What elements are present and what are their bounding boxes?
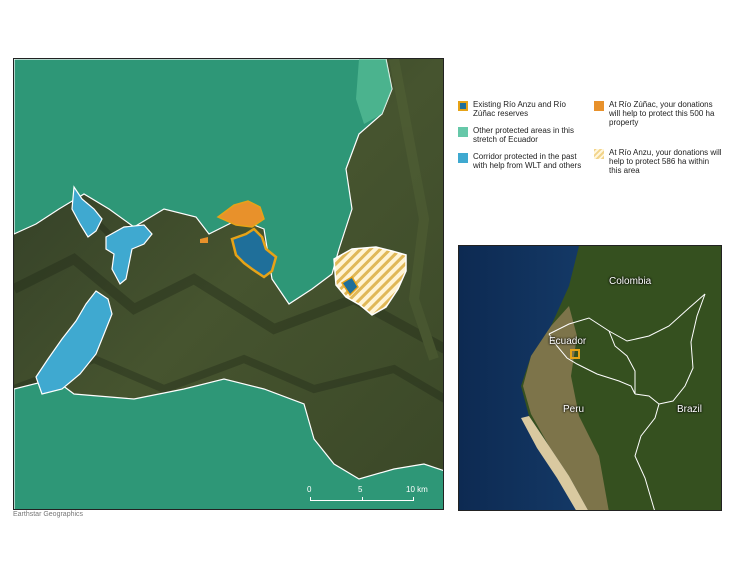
scale-label-end: 10 km [406,485,428,494]
scale-bar-tick [362,497,363,501]
legend-swatch-corridor [458,153,468,163]
legend-label-other: Other protected areas in this stretch of… [473,126,574,145]
label-ecuador: Ecuador [549,336,587,347]
attribution: Earthstar Geographics [13,511,84,518]
legend-label-existing: Existing Río Anzu and Río Zúñac reserves [473,100,566,119]
legend-swatch-anzu [594,149,604,159]
main-map-canvas [14,59,443,509]
legend-swatch-zunac [594,101,604,111]
legend-swatch-other [458,127,468,137]
legend-label-anzu: At Río Anzu, your donations will help to… [609,148,722,176]
legend-item-corridor: Corridor protected in the past with help… [458,152,586,170]
label-brazil: Brazil [677,404,703,415]
inset-map-canvas [459,246,721,510]
legend-item-zunac: At Río Zúñac, your donations will help t… [594,100,722,128]
scale-label-zero: 0 [307,485,312,494]
scale-label-mid: 5 [358,485,363,494]
scale-bar: 0 5 10 km [307,485,430,507]
legend-item-existing: Existing Río Anzu and Río Zúñac reserves [458,100,586,118]
legend-swatch-existing [458,101,468,111]
legend-label-zunac: At Río Zúñac, your donations will help t… [609,100,715,128]
legend-label-corridor: Corridor protected in the past with help… [473,152,582,171]
inset-map[interactable]: Colombia Ecuador Peru Brazil [458,245,722,511]
legend-item-anzu: At Río Anzu, your donations will help to… [594,148,722,176]
label-colombia: Colombia [609,276,652,287]
label-peru: Peru [563,404,585,415]
legend-item-other: Other protected areas in this stretch of… [458,126,586,144]
main-map[interactable]: 0 5 10 km [13,58,444,510]
